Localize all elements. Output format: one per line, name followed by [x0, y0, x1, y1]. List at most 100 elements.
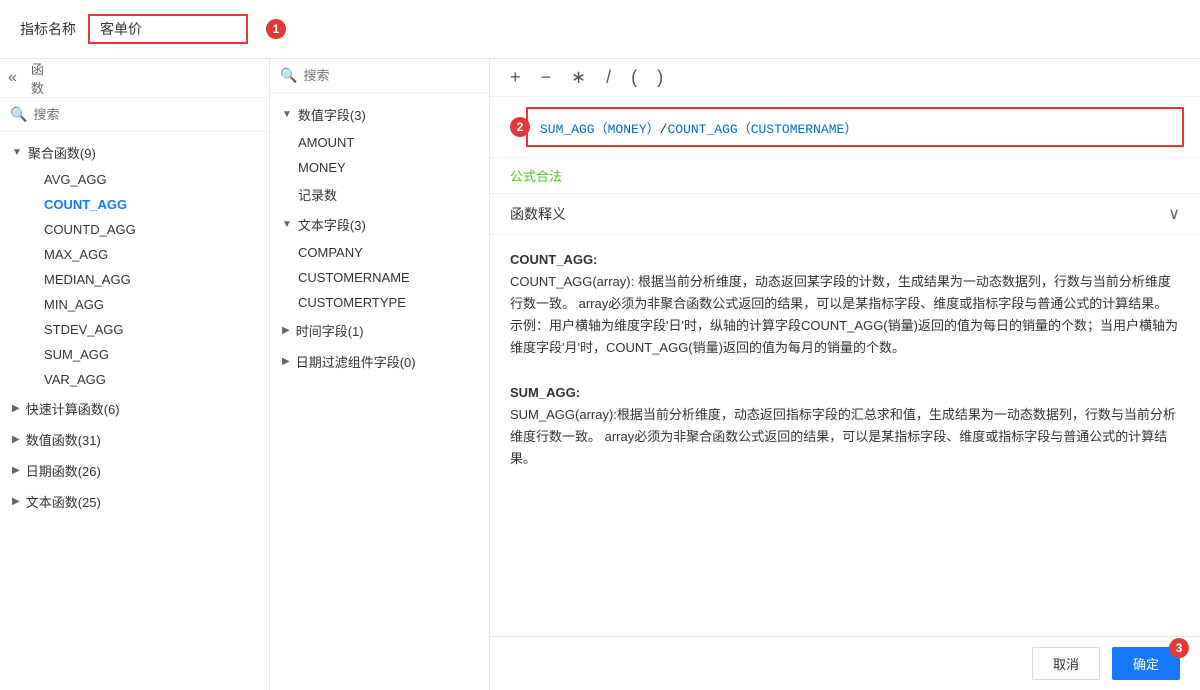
collapse-icon[interactable]: «: [0, 59, 25, 97]
field-group-time-header[interactable]: ▶ 时间字段(1): [270, 315, 489, 346]
op-minus[interactable]: −: [541, 67, 552, 88]
left-search-input[interactable]: [33, 107, 259, 122]
tree-arrow-date: ▶: [12, 465, 20, 476]
tree-group-text: ▶ 文本函数(25): [0, 487, 269, 516]
field-tree: ▼ 数值字段(3) AMOUNT MONEY 记录数 ▼ 文本字段(3) COM…: [270, 93, 489, 690]
field-arrow-time: ▶: [282, 325, 290, 336]
field-arrow-text: ▼: [282, 219, 292, 230]
tree-item-stdev-agg[interactable]: STDEV_AGG: [12, 317, 269, 342]
formula-paren2: ）: [647, 122, 660, 137]
confirm-label: 确定: [1133, 657, 1159, 672]
tree-arrow-quick: ▶: [12, 403, 20, 414]
func-count-agg-doc: COUNT_AGG: COUNT_AGG(array): 根据当前分析维度，动态…: [510, 249, 1180, 359]
formula-wrapper: 2 SUM_AGG（MONEY）/COUNT_AGG（CUSTOMERNAME）: [490, 97, 1200, 158]
field-group-text-items: COMPANY CUSTOMERNAME CUSTOMERTYPE: [270, 240, 489, 315]
middle-search-icon: 🔍: [280, 67, 297, 84]
metric-name-input[interactable]: [88, 14, 248, 44]
tree-item-min-agg[interactable]: MIN_AGG: [12, 292, 269, 317]
badge-1: 1: [266, 19, 286, 39]
op-lparen[interactable]: (: [631, 67, 637, 88]
tree-group-agg-items: AVG_AGG COUNT_AGG COUNTD_AGG MAX_AGG MED…: [0, 167, 269, 392]
tree-arrow-text: ▶: [12, 496, 20, 507]
formula-paren4: ）: [844, 122, 857, 137]
field-group-numeric-header[interactable]: ▼ 数值字段(3): [270, 99, 489, 130]
tree-item-max-agg[interactable]: MAX_AGG: [12, 242, 269, 267]
left-sidebar: « 函数 🔍 ▼ 聚合函数(9) AVG_AGG COUNT_AGG COUNT…: [0, 59, 270, 690]
tree-group-date-header[interactable]: ▶ 日期函数(26): [0, 456, 269, 485]
field-item-money[interactable]: MONEY: [270, 155, 489, 180]
right-panel: + − ∗ / ( ) 2 SUM_AGG（MONEY）/COUNT_AGG（C…: [490, 59, 1200, 690]
metric-name-label: 指标名称: [20, 19, 76, 39]
func-sum-agg-name: SUM_AGG:: [510, 385, 580, 400]
field-group-numeric-label: 数值字段(3): [298, 105, 366, 124]
tree-item-avg-agg[interactable]: AVG_AGG: [12, 167, 269, 192]
field-arrow-numeric: ▼: [282, 109, 292, 120]
tree-group-text-header[interactable]: ▶ 文本函数(25): [0, 487, 269, 516]
header-row: 指标名称 1: [0, 0, 1200, 59]
cancel-button[interactable]: 取消: [1032, 647, 1100, 680]
field-group-time-label: 时间字段(1): [296, 321, 364, 340]
tree-item-sum-agg[interactable]: SUM_AGG: [12, 342, 269, 367]
tree-item-var-agg[interactable]: VAR_AGG: [12, 367, 269, 392]
op-plus[interactable]: +: [510, 67, 521, 88]
fn-label: 函数: [25, 59, 50, 97]
middle-panel: 🔍 ▼ 数值字段(3) AMOUNT MONEY 记录数 ▼: [270, 59, 490, 690]
main-area: « 函数 🔍 ▼ 聚合函数(9) AVG_AGG COUNT_AGG COUNT…: [0, 59, 1200, 690]
formula-status: 公式合法: [490, 158, 1200, 194]
tree-group-agg-header[interactable]: ▼ 聚合函数(9): [0, 138, 269, 167]
right-content: + − ∗ / ( ) 2 SUM_AGG（MONEY）/COUNT_AGG（C…: [490, 59, 1200, 636]
tree-group-quick: ▶ 快速计算函数(6): [0, 394, 269, 423]
metric-name-input-wrapper: [88, 14, 248, 44]
formula-paren3: （: [738, 122, 751, 137]
field-arrow-datefilter: ▶: [282, 356, 290, 367]
confirm-button[interactable]: 确定 3: [1112, 647, 1180, 680]
op-divide[interactable]: /: [606, 67, 611, 88]
formula-box[interactable]: SUM_AGG（MONEY）/COUNT_AGG（CUSTOMERNAME）: [526, 107, 1184, 147]
field-item-records[interactable]: 记录数: [270, 180, 489, 209]
field-group-datefilter-label: 日期过滤组件字段(0): [296, 352, 416, 371]
tree-group-agg-label: 聚合函数(9): [28, 143, 96, 162]
field-group-datefilter: ▶ 日期过滤组件字段(0): [270, 346, 489, 377]
tree-arrow-agg: ▼: [12, 147, 22, 158]
tree-group-quick-label: 快速计算函数(6): [26, 399, 120, 418]
field-group-time: ▶ 时间字段(1): [270, 315, 489, 346]
formula-toolbar: + − ∗ / ( ): [490, 59, 1200, 97]
bottom-bar: 取消 确定 3: [490, 636, 1200, 690]
field-item-company[interactable]: COMPANY: [270, 240, 489, 265]
tree-group-date-label: 日期函数(26): [26, 461, 101, 480]
search-icon: 🔍: [10, 106, 27, 123]
field-item-customertype[interactable]: CUSTOMERTYPE: [270, 290, 489, 315]
tree-group-num-header[interactable]: ▶ 数值函数(31): [0, 425, 269, 454]
field-item-customername[interactable]: CUSTOMERNAME: [270, 265, 489, 290]
left-search-box: 🔍: [0, 98, 269, 132]
field-group-text: ▼ 文本字段(3) COMPANY CUSTOMERNAME CUSTOMERT…: [270, 209, 489, 315]
formula-expression: SUM_AGG（MONEY）/COUNT_AGG（CUSTOMERNAME）: [540, 118, 857, 137]
op-rparen[interactable]: ): [657, 67, 663, 88]
tree-item-count-agg[interactable]: COUNT_AGG: [12, 192, 269, 217]
function-tree: ▼ 聚合函数(9) AVG_AGG COUNT_AGG COUNTD_AGG M…: [0, 132, 269, 690]
formula-count-agg: COUNT_AGG: [667, 122, 737, 137]
field-group-numeric-items: AMOUNT MONEY 记录数: [270, 130, 489, 209]
field-item-amount[interactable]: AMOUNT: [270, 130, 489, 155]
sidebar-top: « 函数: [0, 59, 269, 98]
tree-item-countd-agg[interactable]: COUNTD_AGG: [12, 217, 269, 242]
func-count-agg-name: COUNT_AGG:: [510, 252, 597, 267]
middle-search-input[interactable]: [303, 68, 479, 83]
func-doc-header[interactable]: 函数释义 ∨: [490, 194, 1200, 235]
tree-group-date: ▶ 日期函数(26): [0, 456, 269, 485]
tree-item-median-agg[interactable]: MEDIAN_AGG: [12, 267, 269, 292]
field-group-datefilter-header[interactable]: ▶ 日期过滤组件字段(0): [270, 346, 489, 377]
tree-group-num: ▶ 数值函数(31): [0, 425, 269, 454]
middle-search-box: 🔍: [270, 59, 489, 93]
field-group-text-header[interactable]: ▼ 文本字段(3): [270, 209, 489, 240]
tree-arrow-num: ▶: [12, 434, 20, 445]
func-doc-title: 函数释义: [510, 204, 566, 224]
tree-group-quick-header[interactable]: ▶ 快速计算函数(6): [0, 394, 269, 423]
func-doc-content: COUNT_AGG: COUNT_AGG(array): 根据当前分析维度，动态…: [490, 235, 1200, 484]
func-doc-area: 函数释义 ∨ COUNT_AGG: COUNT_AGG(array): 根据当前…: [490, 194, 1200, 636]
func-sum-agg-doc: SUM_AGG: SUM_AGG(array):根据当前分析维度，动态返回指标字…: [510, 382, 1180, 470]
op-multiply[interactable]: ∗: [571, 67, 586, 88]
tree-group-text-label: 文本函数(25): [26, 492, 101, 511]
formula-customername: CUSTOMERNAME: [751, 122, 845, 137]
formula-sum-agg: SUM_AGG: [540, 122, 595, 137]
